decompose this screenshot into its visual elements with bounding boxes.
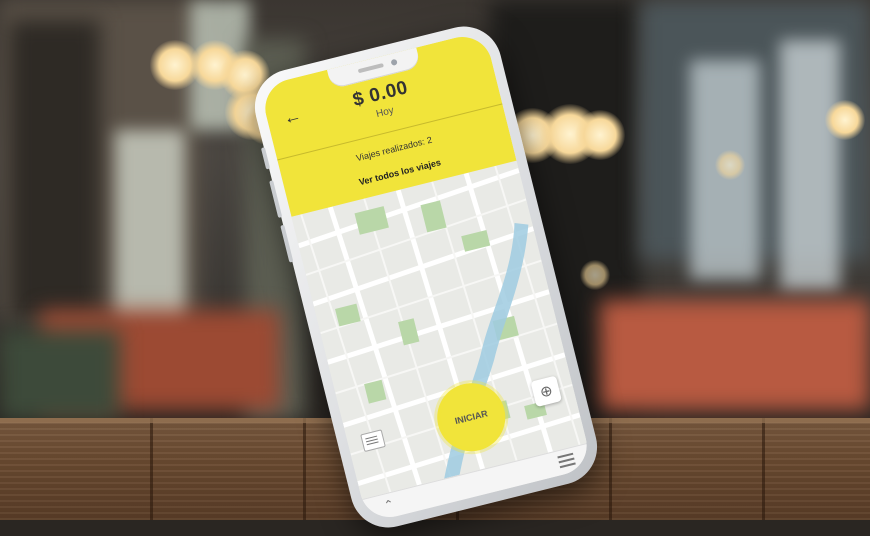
- front-camera: [390, 58, 398, 66]
- chevron-up-icon[interactable]: ⌃: [382, 497, 395, 513]
- hamburger-menu-icon[interactable]: [557, 452, 576, 469]
- speaker-grille: [357, 63, 384, 74]
